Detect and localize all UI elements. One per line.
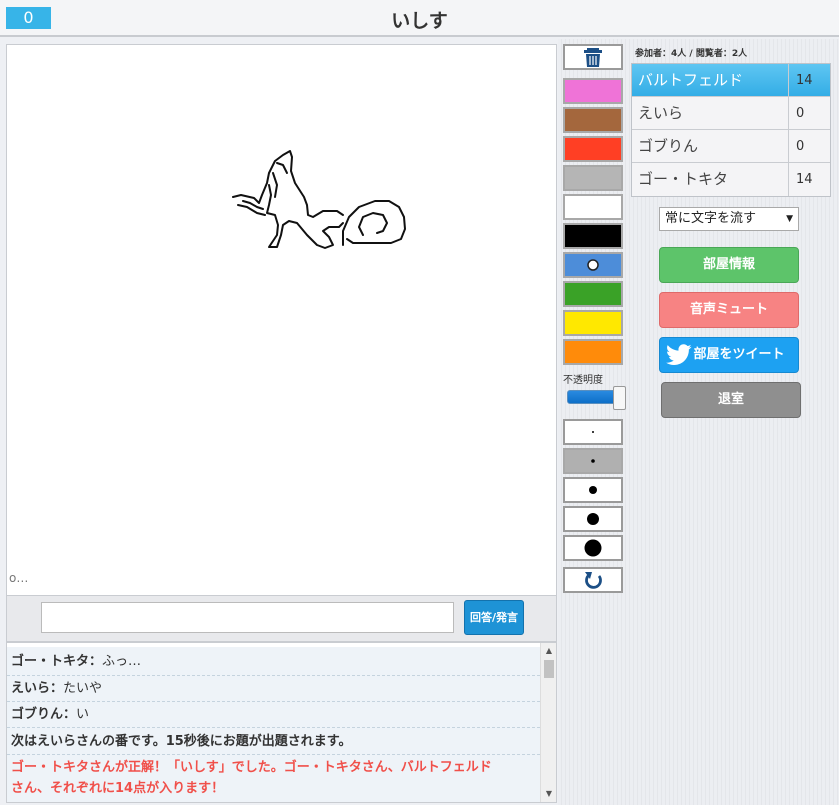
player-score: 14 — [796, 172, 813, 187]
chat-message: ゴー・トキタ：ふっ… — [7, 647, 540, 676]
player-name: えいら — [632, 97, 789, 129]
player-name: ゴブりん — [632, 130, 789, 162]
player-row: えいら 0 — [632, 97, 830, 130]
tweet-room-button[interactable]: 部屋をツイート — [659, 337, 799, 373]
twitter-bird-icon — [666, 344, 692, 365]
brush-dot-icon — [587, 513, 599, 525]
chat-author: ゴー・トキタ — [11, 654, 90, 669]
room-info-button[interactable]: 部屋情報 — [659, 247, 799, 283]
text-flow-select[interactable]: 常に文字を流す ▼ — [659, 207, 799, 231]
mute-sound-button[interactable]: 音声ミュート — [659, 292, 799, 328]
player-score: 0 — [796, 139, 805, 154]
color-green-button[interactable] — [563, 281, 623, 307]
color-orange-button[interactable] — [563, 339, 623, 365]
brush-size-4-button[interactable] — [563, 506, 623, 532]
brush-size-3-button[interactable] — [563, 477, 623, 503]
chat-log[interactable]: ゴー・トキタ：ふっ… えいら：たいや ゴブりん：い 次はえいらさんの番です。15… — [6, 642, 557, 803]
undo-icon — [585, 572, 602, 589]
color-red-button[interactable] — [563, 136, 623, 162]
top-bar: 0 いしす — [0, 0, 839, 37]
chat-text: い — [76, 707, 90, 722]
color-brown-button[interactable] — [563, 107, 623, 133]
scroll-down-arrow-icon[interactable]: ▼ — [541, 786, 556, 802]
system-message: 次はえいらさんの番です。15秒後にお題が出題されます。 — [7, 728, 540, 755]
trash-icon — [584, 48, 602, 67]
leave-room-button[interactable]: 退室 — [661, 382, 801, 418]
chat-text: ふっ… — [102, 654, 142, 669]
brush-dot-icon — [589, 486, 597, 494]
chevron-down-icon: ▼ — [786, 214, 793, 224]
chat-text: たいや — [63, 681, 103, 696]
color-black-button[interactable] — [563, 223, 623, 249]
answer-input[interactable] — [41, 602, 454, 633]
opacity-thumb[interactable] — [613, 386, 626, 410]
chat-message: ゴブりん：い — [7, 702, 540, 728]
clear-canvas-button[interactable] — [563, 44, 623, 70]
selected-color-indicator-icon — [587, 259, 599, 271]
correct-message: ゴー・トキタさんが正解！「いしす」でした。ゴー・トキタさん、バルトフェルド さん… — [7, 755, 540, 802]
drawing-canvas[interactable]: o… — [6, 44, 557, 596]
player-name: ゴー・トキタ — [632, 163, 789, 196]
brush-size-1-button[interactable] — [563, 419, 623, 445]
canvas-status-text: o… — [9, 571, 29, 585]
chat-message: えいら：たいや — [7, 676, 540, 702]
brush-size-2-button[interactable] — [563, 448, 623, 474]
chat-author: えいら — [11, 681, 51, 696]
text-flow-selected-value: 常に文字を流す — [665, 211, 757, 226]
player-name: バルトフェルド — [632, 64, 789, 96]
correct-message-line: ゴー・トキタさんが正解！「いしす」でした。ゴー・トキタさん、バルトフェルド — [11, 760, 492, 775]
answer-button[interactable]: 回答/発言 — [464, 600, 524, 635]
player-score: 0 — [796, 106, 805, 121]
chat-scrollbar[interactable]: ▲ ▼ — [540, 643, 556, 802]
player-ranking: バルトフェルド 14 えいら 0 ゴブりん 0 ゴー・トキタ 14 — [631, 63, 831, 197]
drawing-strokes — [232, 150, 406, 249]
player-row: バルトフェルド 14 — [632, 64, 830, 97]
player-row: ゴー・トキタ 14 — [632, 163, 830, 196]
tweet-room-label: 部屋をツイート — [693, 347, 785, 362]
brush-dot-icon — [584, 539, 602, 557]
participant-counts: 参加者：4人 / 閲覧者：2人 — [635, 49, 748, 59]
scroll-up-arrow-icon[interactable]: ▲ — [541, 643, 556, 659]
chat-author: ゴブりん — [11, 707, 64, 722]
brush-dot-icon — [592, 431, 594, 433]
color-pink-button[interactable] — [563, 78, 623, 104]
player-score: 14 — [796, 73, 813, 88]
color-gray-button[interactable] — [563, 165, 623, 191]
page-title: いしす — [391, 10, 448, 32]
brush-dot-icon — [591, 459, 595, 463]
scroll-thumb[interactable] — [544, 660, 554, 678]
color-white-button[interactable] — [563, 194, 623, 220]
undo-button[interactable] — [563, 567, 623, 593]
correct-message-line: さん、それぞれに14点が入ります！ — [11, 781, 225, 796]
opacity-slider[interactable] — [567, 386, 626, 410]
player-row: ゴブりん 0 — [632, 130, 830, 163]
color-blue-button[interactable] — [563, 252, 623, 278]
opacity-track[interactable] — [567, 390, 617, 404]
answer-bar: 回答/発言 — [6, 596, 557, 642]
opacity-label: 不透明度 — [563, 375, 603, 386]
color-yellow-button[interactable] — [563, 310, 623, 336]
brush-size-5-button[interactable] — [563, 535, 623, 561]
